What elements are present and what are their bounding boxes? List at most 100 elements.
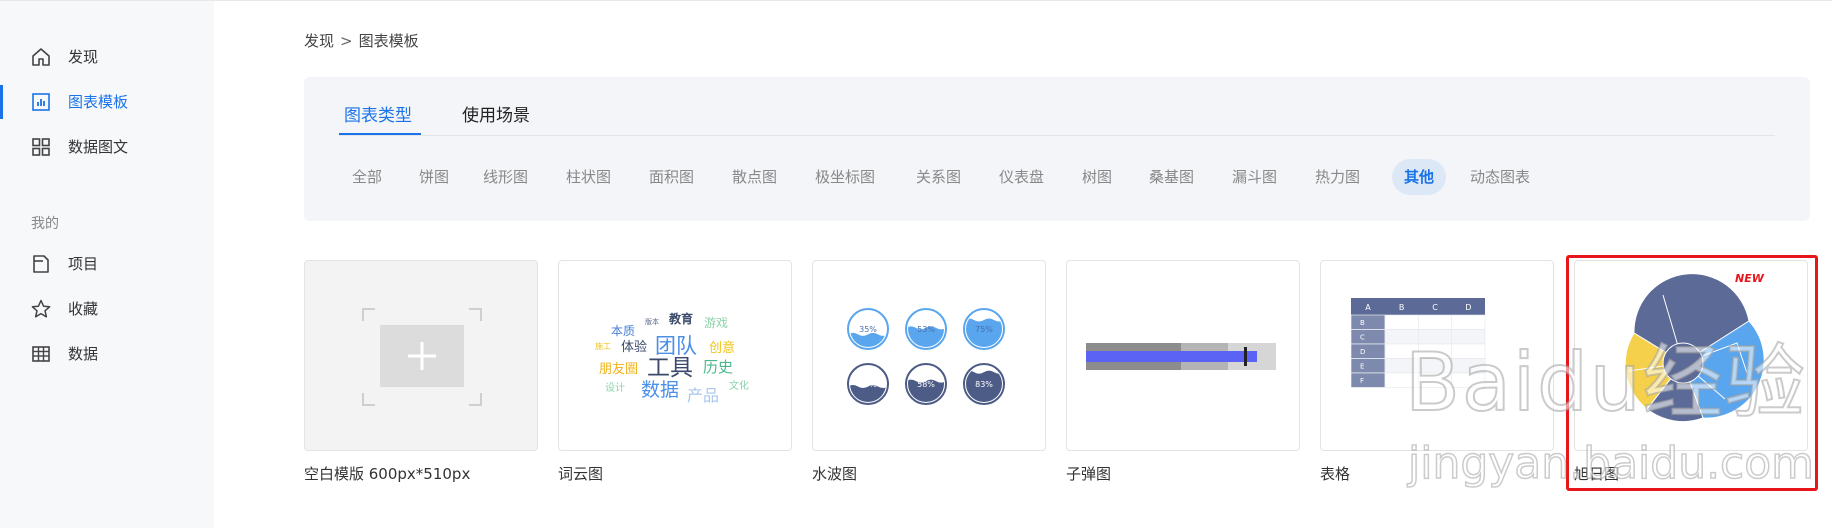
filter-relation[interactable]: 关系图	[904, 159, 973, 195]
filter-sankey[interactable]: 桑基图	[1137, 159, 1206, 195]
word: 版本	[645, 317, 659, 326]
table-row-label: D	[1360, 348, 1365, 356]
bullet-chart-thumbnail	[1086, 343, 1276, 370]
breadcrumb: 发现 > 图表模板	[304, 30, 419, 51]
table-row-label: B	[1360, 319, 1365, 327]
table-row-label: E	[1360, 363, 1364, 371]
template-card-liquid[interactable]: 35% 53% 75% 43% 58% 83%	[812, 260, 1046, 451]
sidebar-item-label: 图表模板	[68, 93, 129, 111]
filter-funnel[interactable]: 漏斗图	[1220, 159, 1289, 195]
table-header-cell: D	[1465, 303, 1471, 312]
word: 朋友圈	[599, 361, 638, 377]
word: 本质	[611, 324, 635, 338]
tab-use-cases[interactable]: 使用场景	[462, 105, 530, 127]
word: 施工	[595, 341, 611, 351]
breadcrumb-root[interactable]: 发现	[304, 32, 334, 50]
word: 游戏	[704, 316, 728, 330]
liquid-percent-label: 75%	[975, 325, 993, 334]
tab-chart-types[interactable]: 图表类型	[344, 105, 412, 127]
liquid-gauge: 43%	[847, 363, 889, 405]
table-row	[1384, 314, 1486, 330]
sidebar-item-data[interactable]: 数据	[0, 334, 214, 374]
table-row	[1384, 343, 1486, 359]
star-icon	[31, 299, 51, 318]
sidebar: 发现 图表模板 数据图文 我的 项目 收藏 数据	[0, 1, 214, 528]
filter-all[interactable]: 全部	[340, 159, 394, 195]
word: 设计	[605, 381, 625, 394]
table-row	[1384, 372, 1486, 388]
sidebar-item-projects[interactable]: 项目	[0, 244, 214, 284]
breadcrumb-current: 图表模板	[358, 32, 419, 50]
card-title-bullet: 子弹图	[1066, 465, 1112, 483]
filter-pie[interactable]: 饼图	[407, 159, 461, 195]
sidebar-item-data-graphics[interactable]: 数据图文	[0, 127, 214, 167]
liquid-gauge: 35%	[847, 308, 889, 350]
sidebar-item-chart-templates[interactable]: 图表模板	[0, 82, 214, 122]
sidebar-item-label: 数据图文	[68, 138, 129, 156]
liquid-gauge: 83%	[963, 363, 1005, 405]
word: 历史	[703, 358, 733, 376]
sidebar-item-label: 收藏	[68, 300, 99, 318]
filter-gauge[interactable]: 仪表盘	[987, 159, 1056, 195]
word: 体验	[621, 339, 647, 355]
table-row	[1384, 329, 1486, 345]
filter-bar[interactable]: 柱状图	[554, 159, 623, 195]
card-title-liquid: 水波图	[812, 465, 858, 483]
blank-template-thumbnail	[362, 308, 482, 406]
filter-tree[interactable]: 树图	[1070, 159, 1124, 195]
highlight-box	[1566, 255, 1818, 491]
liquid-percent-label: 53%	[917, 325, 935, 334]
grid-icon	[32, 138, 50, 156]
word: 创意	[709, 340, 735, 356]
liquid-gauge: 75%	[963, 308, 1005, 350]
table-row-label: C	[1360, 334, 1365, 342]
table-header-cell: B	[1399, 303, 1405, 312]
filter-panel: 图表类型 使用场景 全部 饼图 线形图 柱状图 面积图 散点图 极坐标图 关系图…	[304, 77, 1810, 221]
section-label-mine: 我的	[31, 216, 59, 232]
home-icon	[32, 48, 50, 66]
word: 产品	[687, 386, 719, 405]
liquid-gauge: 58%	[905, 363, 947, 405]
table-row-header	[1350, 329, 1386, 345]
liquid-percent-label: 83%	[975, 380, 993, 389]
sidebar-item-favorites[interactable]: 收藏	[0, 289, 214, 329]
sidebar-item-discover[interactable]: 发现	[0, 37, 214, 77]
folder-icon	[33, 255, 49, 273]
active-indicator	[0, 85, 3, 119]
liquid-percent-label: 43%	[859, 380, 877, 389]
card-title-table: 表格	[1320, 465, 1351, 483]
filter-other[interactable]: 其他	[1392, 159, 1447, 195]
table-thumbnail: A B C DBCDEF	[1350, 298, 1486, 388]
word: 工具	[647, 355, 693, 381]
filter-polar[interactable]: 极坐标图	[803, 159, 887, 195]
word: 文化	[729, 379, 749, 392]
liquid-percent-label: 35%	[859, 325, 877, 334]
table-row	[1384, 358, 1486, 374]
table-row-header	[1350, 372, 1386, 388]
table-row-header	[1350, 343, 1386, 359]
wordcloud-thumbnail: 本质 版本 教育 游戏 施工 体验 团队 创意 工具 朋友圈 历史 设计 数据 …	[595, 311, 749, 405]
table-row-header	[1350, 358, 1386, 374]
filter-scatter[interactable]: 散点图	[720, 159, 789, 195]
chart-icon	[32, 93, 50, 111]
template-card-blank[interactable]	[304, 260, 538, 451]
template-card-wordcloud[interactable]: 本质 版本 教育 游戏 施工 体验 团队 创意 工具 朋友圈 历史 设计 数据 …	[558, 260, 792, 451]
template-card-table[interactable]: ABCDBCDEF	[1320, 260, 1554, 451]
table-header-cell: A	[1365, 303, 1371, 312]
active-tab-underline	[339, 133, 421, 135]
filter-area[interactable]: 面积图	[637, 159, 706, 195]
sidebar-item-label: 数据	[68, 345, 99, 363]
breadcrumb-separator: >	[340, 32, 353, 50]
word: 数据	[641, 379, 679, 401]
sidebar-item-label: 发现	[68, 48, 99, 66]
filter-dynamic[interactable]: 动态图表	[1458, 159, 1542, 195]
table-row-header	[1350, 314, 1386, 330]
template-card-bullet[interactable]	[1066, 260, 1300, 451]
table-row-label: F	[1360, 377, 1364, 385]
word: 教育	[668, 311, 693, 326]
sidebar-item-label: 项目	[68, 255, 99, 273]
liquid-percent-label: 58%	[917, 380, 935, 389]
filter-heatmap[interactable]: 热力图	[1303, 159, 1372, 195]
table-header-cell: C	[1432, 303, 1438, 312]
filter-line[interactable]: 线形图	[471, 159, 540, 195]
